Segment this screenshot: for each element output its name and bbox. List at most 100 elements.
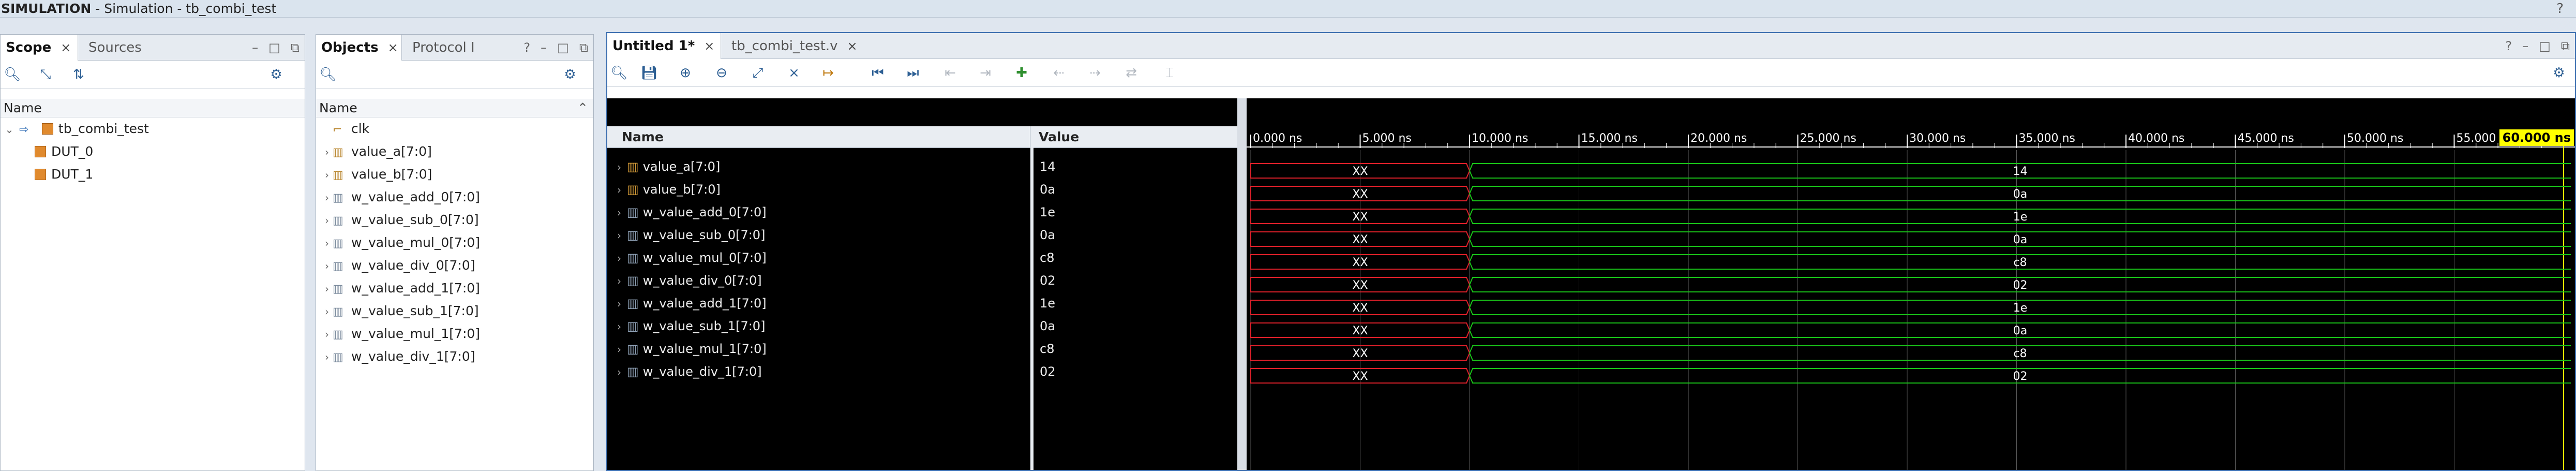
previous-marker-icon[interactable]: ⇠ bbox=[1050, 64, 1068, 82]
minimize-icon[interactable]: – bbox=[252, 40, 258, 55]
swap-cursors-icon[interactable]: ⇄ bbox=[1122, 64, 1140, 82]
zoom-fit-icon[interactable]: ⤢ bbox=[749, 64, 767, 82]
signal-name[interactable]: › ▥ value_a[7:0] bbox=[613, 155, 720, 178]
next-marker-icon[interactable]: ⇢ bbox=[1086, 64, 1104, 82]
tab-tb-combi-test-v[interactable]: tb_combi_test.v × bbox=[726, 33, 863, 59]
tree-item-dut-1[interactable]: DUT_1 bbox=[1, 163, 305, 186]
object-item[interactable]: › ▥ w_value_sub_1[7:0] bbox=[316, 300, 593, 322]
name-value-divider[interactable] bbox=[1030, 126, 1034, 470]
restore-icon[interactable]: ⧉ bbox=[579, 40, 588, 55]
chevron-right-icon[interactable]: › bbox=[613, 179, 625, 201]
chevron-right-icon[interactable]: › bbox=[321, 300, 333, 323]
chevron-right-icon[interactable]: › bbox=[613, 361, 625, 384]
next-transition-icon[interactable]: ⇥ bbox=[977, 64, 994, 82]
chevron-down-icon[interactable]: ⌄ bbox=[4, 118, 15, 141]
chevron-right-icon[interactable]: › bbox=[321, 209, 333, 232]
sort-up-icon[interactable]: ⌃ bbox=[577, 99, 588, 117]
search-icon[interactable]: 🔍︎ bbox=[610, 64, 628, 82]
chevron-right-icon[interactable]: › bbox=[321, 255, 333, 277]
help-icon[interactable]: ? bbox=[2556, 1, 2564, 17]
tree-item-dut-0[interactable]: DUT_0 bbox=[1, 140, 305, 163]
chevron-right-icon[interactable]: › bbox=[613, 292, 625, 315]
chevron-right-icon[interactable]: › bbox=[613, 270, 625, 292]
object-item[interactable]: › ▥ w_value_mul_0[7:0] bbox=[316, 231, 593, 254]
signal-name[interactable]: › ▥ w_value_mul_0[7:0] bbox=[613, 246, 767, 269]
chevron-right-icon[interactable]: › bbox=[613, 224, 625, 247]
help-icon[interactable]: ? bbox=[523, 40, 530, 55]
close-icon[interactable]: × bbox=[388, 40, 398, 55]
gear-icon[interactable]: ⚙ bbox=[267, 66, 285, 83]
maximize-icon[interactable]: □ bbox=[268, 40, 280, 55]
save-icon[interactable]: 💾︎ bbox=[640, 64, 658, 82]
object-item[interactable]: › ▥ w_value_div_1[7:0] bbox=[316, 345, 593, 368]
object-item[interactable]: › ▥ w_value_sub_0[7:0] bbox=[316, 209, 593, 231]
minimize-icon[interactable]: – bbox=[541, 40, 547, 55]
tab-objects[interactable]: Objects × bbox=[316, 35, 402, 61]
object-item[interactable]: › ▥ w_value_add_0[7:0] bbox=[316, 186, 593, 209]
snap-icon[interactable]: ⌶ bbox=[1161, 64, 1178, 82]
tab-protocol[interactable]: Protocol I bbox=[407, 35, 480, 61]
marker-icon[interactable]: ↦ bbox=[819, 64, 837, 82]
gear-icon[interactable]: ⚙ bbox=[2550, 64, 2568, 82]
chevron-right-icon[interactable]: › bbox=[613, 201, 625, 224]
maximize-icon[interactable]: □ bbox=[557, 40, 569, 55]
search-icon[interactable]: 🔍︎ bbox=[4, 66, 21, 83]
collapse-all-icon[interactable]: ⤡ bbox=[37, 66, 54, 83]
zoom-in-icon[interactable]: ⊕ bbox=[677, 64, 694, 82]
objects-column-header[interactable]: Name ⌃ bbox=[316, 99, 593, 117]
scope-column-header[interactable]: Name bbox=[1, 99, 305, 117]
tab-scope[interactable]: Scope × bbox=[1, 35, 78, 61]
chevron-right-icon[interactable]: › bbox=[613, 247, 625, 270]
waveform-canvas[interactable]: 0.000 ns 5.000 ns 10.000 ns 15.000 ns 20.000… bbox=[1247, 98, 2576, 471]
signal-name[interactable]: › ▥ w_value_add_1[7:0] bbox=[613, 292, 767, 315]
name-header[interactable]: Name bbox=[607, 126, 1030, 148]
object-item[interactable]: › ▥ w_value_div_0[7:0] bbox=[316, 254, 593, 277]
chevron-right-icon[interactable]: › bbox=[613, 156, 625, 179]
waveform-pane[interactable]: 0.000 ns 5.000 ns 10.000 ns 15.000 ns 20.000… bbox=[1247, 98, 2576, 471]
expand-all-icon[interactable]: ⇅ bbox=[70, 66, 87, 83]
object-item[interactable]: › ▥ w_value_add_1[7:0] bbox=[316, 277, 593, 300]
close-icon[interactable]: × bbox=[704, 39, 714, 53]
signal-name[interactable]: › ▥ w_value_sub_0[7:0] bbox=[613, 224, 765, 246]
maximize-icon[interactable]: □ bbox=[2539, 39, 2551, 53]
chevron-right-icon[interactable]: › bbox=[321, 186, 333, 209]
undefined-value-label: XX bbox=[1352, 370, 1368, 383]
cursor-to-zero-icon[interactable]: ⨯ bbox=[785, 64, 803, 82]
signal-name[interactable]: › ▥ w_value_add_0[7:0] bbox=[613, 201, 767, 224]
signal-name[interactable]: › ▥ w_value_div_0[7:0] bbox=[613, 269, 762, 292]
object-item[interactable]: › ▥ value_a[7:0] bbox=[316, 140, 593, 163]
chevron-right-icon[interactable]: › bbox=[321, 277, 333, 300]
go-to-start-icon[interactable]: ⏮ bbox=[869, 64, 887, 82]
zoom-out-icon[interactable]: ⊖ bbox=[713, 64, 730, 82]
search-icon[interactable]: 🔍︎ bbox=[319, 66, 337, 83]
tab-untitled-1[interactable]: Untitled 1* × bbox=[607, 33, 721, 59]
minimize-icon[interactable]: – bbox=[2522, 39, 2528, 53]
pane-splitter[interactable] bbox=[1237, 98, 1247, 470]
chevron-right-icon[interactable]: › bbox=[321, 323, 333, 346]
chevron-right-icon[interactable]: › bbox=[321, 232, 333, 255]
previous-transition-icon[interactable]: ⇤ bbox=[941, 64, 959, 82]
tree-item-tb-combi-test[interactable]: ⌄ ⇨ tb_combi_test bbox=[1, 117, 305, 140]
chevron-right-icon[interactable]: › bbox=[321, 164, 333, 186]
chevron-right-icon[interactable]: › bbox=[613, 338, 625, 361]
chevron-right-icon[interactable]: › bbox=[613, 315, 625, 338]
signal-name[interactable]: › ▥ w_value_sub_1[7:0] bbox=[613, 315, 765, 337]
signal-name[interactable]: › ▥ value_b[7:0] bbox=[613, 178, 721, 201]
gear-icon[interactable]: ⚙ bbox=[561, 66, 579, 83]
chevron-right-icon[interactable]: › bbox=[321, 141, 333, 164]
object-item[interactable]: › ▥ value_b[7:0] bbox=[316, 163, 593, 186]
tab-sources[interactable]: Sources bbox=[83, 35, 147, 61]
chevron-right-icon[interactable]: › bbox=[321, 346, 333, 369]
signal-name[interactable]: › ▥ w_value_div_1[7:0] bbox=[613, 360, 762, 383]
signal-name[interactable]: › ▥ w_value_mul_1[7:0] bbox=[613, 337, 767, 360]
restore-icon[interactable]: ⧉ bbox=[2561, 39, 2570, 53]
go-to-end-icon[interactable]: ⏭ bbox=[904, 64, 922, 82]
object-item[interactable]: › ▥ w_value_mul_1[7:0] bbox=[316, 322, 593, 345]
value-header[interactable]: Value bbox=[1034, 126, 1237, 148]
close-icon[interactable]: × bbox=[847, 39, 858, 53]
add-marker-icon[interactable]: ✚ bbox=[1013, 64, 1030, 82]
close-icon[interactable]: × bbox=[61, 40, 71, 55]
object-item[interactable]: ⌐ clk bbox=[316, 117, 593, 140]
restore-icon[interactable]: ⧉ bbox=[291, 40, 299, 55]
help-icon[interactable]: ? bbox=[2505, 39, 2512, 53]
